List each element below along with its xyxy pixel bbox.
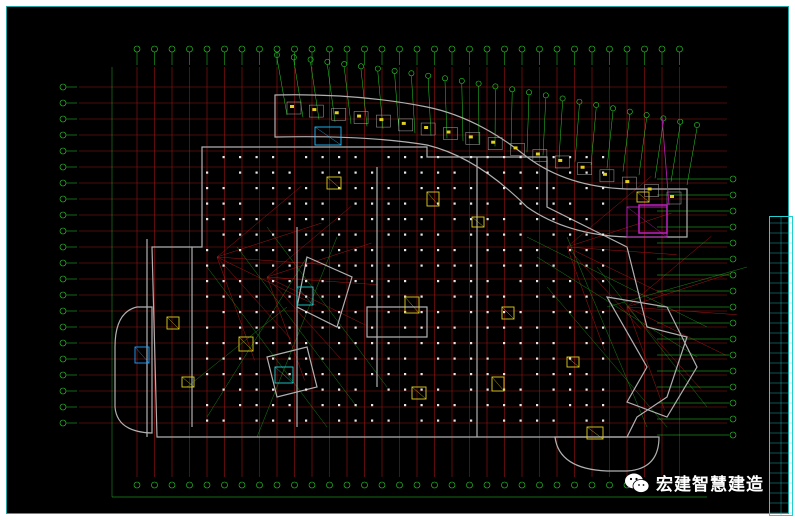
room-details bbox=[111, 67, 707, 498]
axis-grid-lines bbox=[79, 67, 737, 477]
screenshot-frame: 宏建智慧建造 bbox=[0, 0, 795, 520]
watermark: 宏建智慧建造 bbox=[624, 470, 764, 495]
watermark-text: 宏建智慧建造 bbox=[656, 475, 764, 495]
wechat-icon bbox=[625, 473, 650, 493]
structural-columns bbox=[206, 156, 605, 422]
title-block bbox=[769, 216, 793, 516]
title-block-lines bbox=[770, 217, 792, 515]
floor-plan-svg bbox=[59, 45, 748, 498]
cad-drawing-canvas bbox=[6, 6, 793, 516]
